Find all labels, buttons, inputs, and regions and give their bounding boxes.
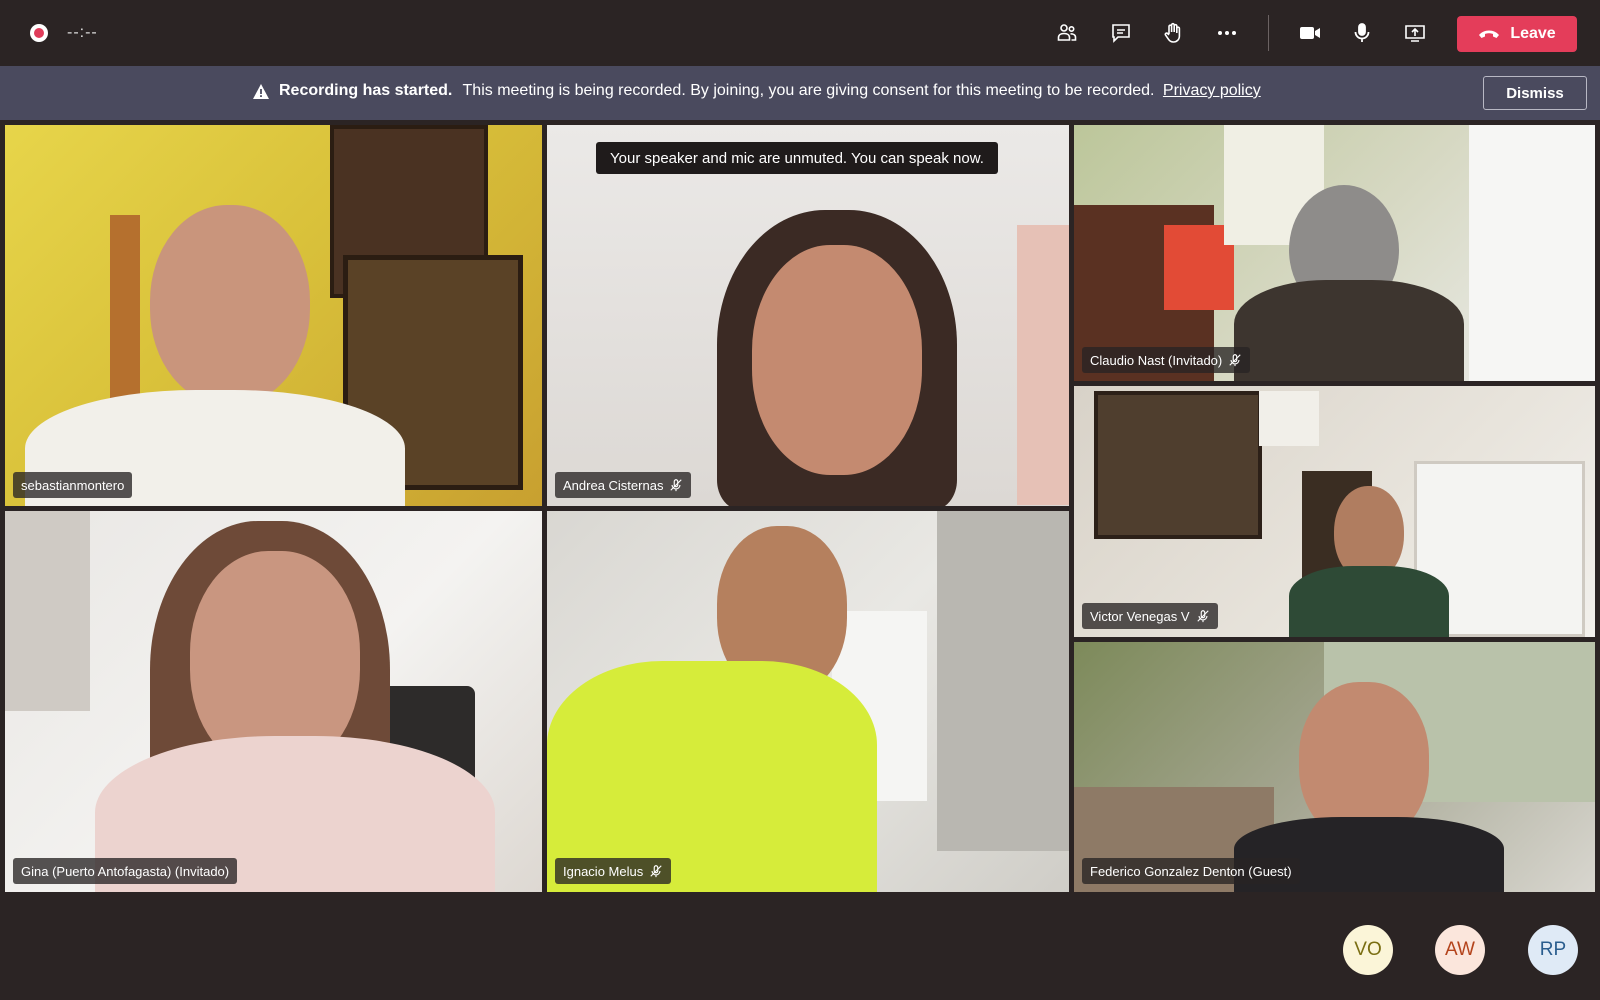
video-tile-sebastianmontero[interactable]: sebastianmontero xyxy=(5,125,542,506)
participants-icon[interactable] xyxy=(1050,16,1084,50)
warning-icon xyxy=(253,84,269,99)
participant-name: Claudio Nast (Invitado) xyxy=(1090,352,1223,368)
name-tag: sebastianmontero xyxy=(13,472,133,498)
chat-icon[interactable] xyxy=(1104,16,1138,50)
camera-icon[interactable] xyxy=(1293,16,1327,50)
mic-muted-icon xyxy=(670,479,683,492)
name-tag: Claudio Nast (Invitado) xyxy=(1082,347,1251,373)
video-tile-claudio-nast[interactable]: Claudio Nast (Invitado) xyxy=(1074,125,1595,381)
door xyxy=(110,215,140,415)
more-options-icon[interactable] xyxy=(1210,16,1244,50)
window xyxy=(1469,125,1595,381)
participant-name: Federico Gonzalez Denton (Guest) xyxy=(1090,863,1292,879)
mic-muted-icon xyxy=(650,865,662,878)
video-tile-gina[interactable]: Gina (Puerto Antofagasta) (Invitado) xyxy=(5,511,542,892)
avatar[interactable]: AW xyxy=(1435,925,1485,975)
meeting-toolbar: --:-- Leave xyxy=(0,0,1600,66)
participant-sweater xyxy=(1234,280,1464,381)
door xyxy=(937,511,1069,851)
privacy-policy-link[interactable]: Privacy policy xyxy=(1163,82,1261,99)
name-tag: Federico Gonzalez Denton (Guest) xyxy=(1082,858,1300,884)
dismiss-button[interactable]: Dismiss xyxy=(1483,76,1587,110)
leave-label: Leave xyxy=(1510,25,1556,42)
microphone-icon[interactable] xyxy=(1345,16,1379,50)
raise-hand-icon[interactable] xyxy=(1156,16,1190,50)
avatar-initials: AW xyxy=(1445,939,1475,960)
banner-title: Recording has started. xyxy=(279,82,453,99)
avatar-initials: RP xyxy=(1539,939,1567,960)
video-tile-victor-venegas[interactable]: Victor Venegas V xyxy=(1074,386,1595,637)
video-tile-ignacio-melus[interactable]: Ignacio Melus xyxy=(547,511,1069,892)
name-tag: Andrea Cisternas xyxy=(555,472,692,498)
air-conditioner xyxy=(1259,391,1319,446)
participant-face xyxy=(150,205,310,405)
name-tag: Victor Venegas V xyxy=(1082,603,1218,629)
wall xyxy=(1017,225,1069,505)
name-tag: Ignacio Melus xyxy=(555,858,672,884)
share-screen-icon[interactable] xyxy=(1398,16,1432,50)
toolbar-divider xyxy=(1268,15,1269,51)
banner-message: This meeting is being recorded. By joini… xyxy=(462,82,1155,99)
mic-muted-icon xyxy=(1196,610,1209,623)
leave-button[interactable]: Leave xyxy=(1457,16,1577,52)
participant-name: Ignacio Melus xyxy=(563,863,644,879)
name-tag: Gina (Puerto Antofagasta) (Invitado) xyxy=(13,858,238,884)
participant-face xyxy=(752,245,922,475)
recording-icon xyxy=(30,24,48,42)
avatar[interactable]: VO xyxy=(1343,925,1393,975)
participant-name: Victor Venegas V xyxy=(1090,608,1190,624)
participant-name: Gina (Puerto Antofagasta) (Invitado) xyxy=(21,863,230,879)
meeting-timer: --:-- xyxy=(67,24,98,41)
unmuted-notification: Your speaker and mic are unmuted. You ca… xyxy=(596,142,998,174)
avatar[interactable]: RP xyxy=(1528,925,1578,975)
cabinet xyxy=(5,511,90,711)
video-tile-federico-gonzalez[interactable]: Federico Gonzalez Denton (Guest) xyxy=(1074,642,1595,892)
participant-name: sebastianmontero xyxy=(21,477,125,493)
avatar-initials: VO xyxy=(1354,939,1382,960)
video-tile-andrea-cisternas[interactable]: Andrea Cisternas xyxy=(547,125,1069,506)
participant-shirt xyxy=(1289,566,1449,637)
recording-banner: Recording has started. This meeting is b… xyxy=(0,66,1600,120)
hang-up-icon xyxy=(1479,30,1500,38)
painting xyxy=(1094,391,1262,539)
mic-muted-icon xyxy=(1229,354,1241,367)
participant-name: Andrea Cisternas xyxy=(563,477,664,493)
